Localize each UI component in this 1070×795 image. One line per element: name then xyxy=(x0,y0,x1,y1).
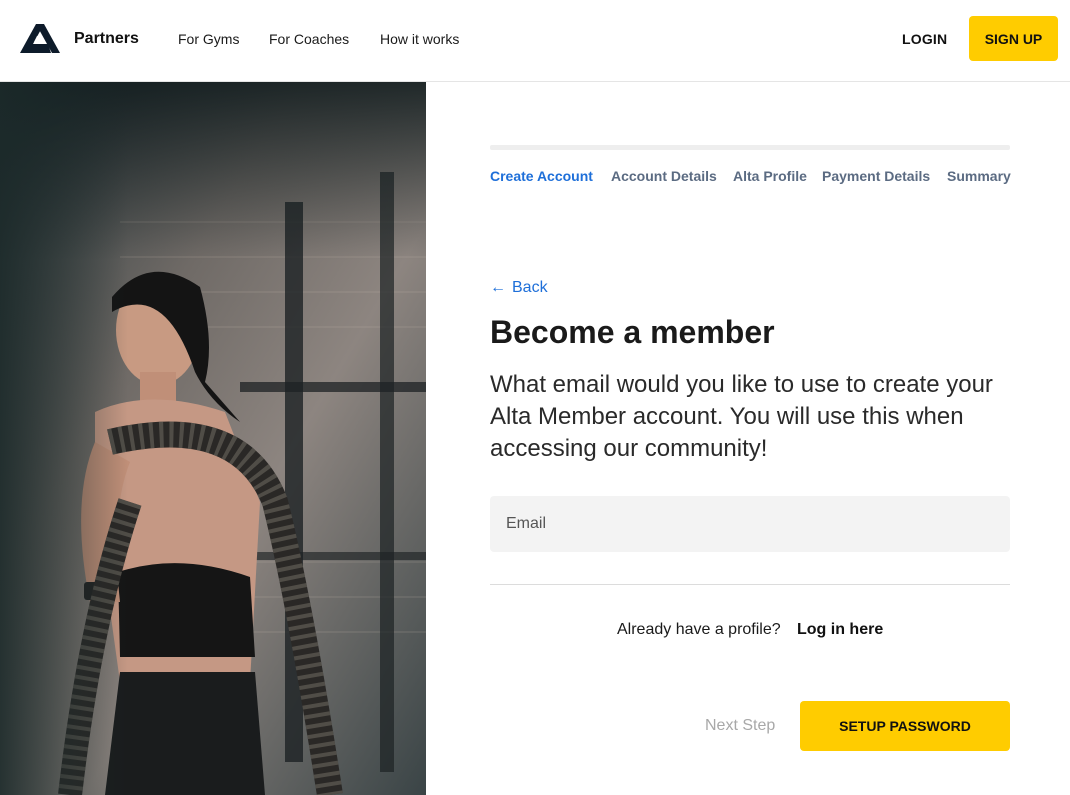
top-navigation-bar: Partners For Gyms For Coaches How it wor… xyxy=(0,0,1070,82)
email-input[interactable] xyxy=(490,496,1010,552)
back-label: Back xyxy=(512,279,548,296)
next-step-label: Next Step xyxy=(705,717,776,734)
step-alta-profile[interactable]: Alta Profile xyxy=(733,168,807,184)
arrow-left-icon: ← xyxy=(490,279,506,296)
login-link[interactable]: LOGIN xyxy=(902,31,947,47)
setup-password-button[interactable]: SETUP PASSWORD xyxy=(800,701,1010,751)
nav-link-how-it-works[interactable]: How it works xyxy=(380,31,459,47)
back-link[interactable]: ← Back xyxy=(490,279,548,297)
step-create-account[interactable]: Create Account xyxy=(490,168,593,184)
alta-logo-icon[interactable] xyxy=(20,24,60,53)
nav-link-for-gyms[interactable]: For Gyms xyxy=(178,31,239,47)
divider xyxy=(490,584,1010,585)
page-title: Become a member xyxy=(490,314,775,350)
progress-track xyxy=(490,145,1010,150)
sign-up-button[interactable]: SIGN UP xyxy=(969,16,1058,61)
hero-photo xyxy=(0,82,426,795)
brand-name[interactable]: Partners xyxy=(74,30,139,48)
athlete-photo-image xyxy=(0,82,426,795)
page-description: What email would you like to use to crea… xyxy=(490,371,993,462)
step-summary[interactable]: Summary xyxy=(947,168,1011,184)
log-in-here-link[interactable]: Log in here xyxy=(797,621,883,639)
step-account-details[interactable]: Account Details xyxy=(611,168,717,184)
step-payment-details[interactable]: Payment Details xyxy=(822,168,930,184)
already-have-profile-text: Already have a profile? xyxy=(617,621,781,638)
nav-link-for-coaches[interactable]: For Coaches xyxy=(269,31,349,47)
